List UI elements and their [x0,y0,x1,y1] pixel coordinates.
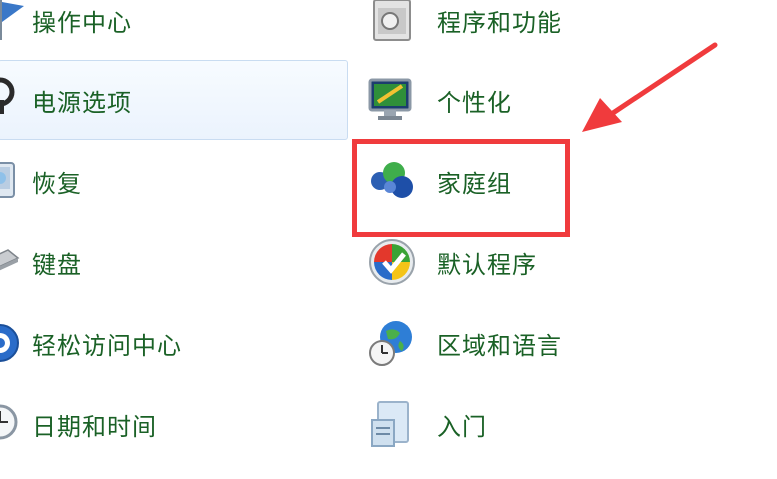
globe-clock-icon [369,321,412,366]
control-panel-item-getting-started[interactable]: 入门 [362,384,692,464]
item-label: 入门 [437,412,487,441]
annotation-arrow-icon [582,42,718,132]
item-label: 轻松访问中心 [32,331,182,360]
item-label: 程序和功能 [437,8,562,37]
item-label: 个性化 [437,88,512,117]
programs-icon [373,0,411,41]
item-label: 操作中心 [32,8,132,37]
control-panel-item-date-time[interactable]: 日期和时间 [0,384,340,464]
keyboard-icon [0,249,20,271]
item-label: 日期和时间 [32,412,157,441]
item-label: 电源选项 [32,88,132,117]
item-label: 区域和语言 [437,331,562,360]
getting-started-icon [371,401,409,447]
control-panel-item-action-center[interactable]: 操作中心 [0,0,340,60]
control-panel-item-keyboard[interactable]: 键盘 [0,222,340,302]
item-label: 键盘 [32,250,82,279]
annotation-highlight-box [352,139,570,237]
power-icon [0,77,15,114]
personalization-icon [368,78,412,120]
clock-icon [0,404,18,440]
recovery-icon [0,162,15,198]
control-panel-item-ease-of-access[interactable]: 轻松访问中心 [0,303,340,383]
default-programs-icon [369,239,415,285]
accessibility-icon [0,324,19,362]
item-label: 默认程序 [437,250,537,279]
control-panel-item-power-options[interactable]: 电源选项 [0,60,340,140]
flag-icon [0,0,24,40]
control-panel-item-region-language[interactable]: 区域和语言 [362,303,692,383]
control-panel-item-recovery[interactable]: 恢复 [0,141,340,221]
item-label: 恢复 [32,169,82,198]
